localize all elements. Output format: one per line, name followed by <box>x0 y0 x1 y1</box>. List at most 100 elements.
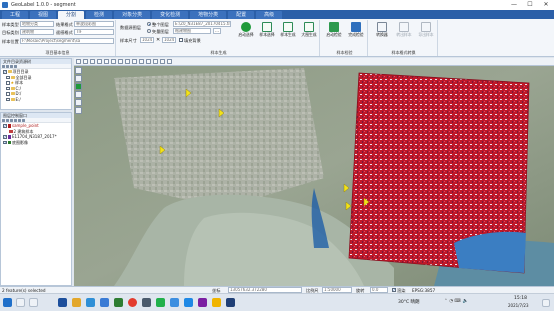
pan-icon[interactable] <box>76 59 81 64</box>
qgis-icon[interactable] <box>226 298 235 307</box>
fit-icon[interactable] <box>75 91 82 98</box>
undo-icon[interactable] <box>146 59 151 64</box>
redo-icon[interactable] <box>153 59 158 64</box>
target-category-select[interactable]: 建筑物 <box>20 29 54 35</box>
layer-filter-icon[interactable] <box>6 118 9 122</box>
result-format-select[interactable]: 单波段彩图 <box>74 21 114 27</box>
search-icon[interactable] <box>16 298 25 307</box>
maximize-button[interactable]: ☐ <box>522 0 538 10</box>
vector-layer-browse-button[interactable]: … <box>213 28 221 34</box>
full-extent-icon[interactable] <box>97 59 102 64</box>
store-icon[interactable] <box>100 298 109 307</box>
ribbon-tabs: 工程 视图 分割 检测 对象分类 变化检测 地物分类 配置 高级 <box>0 10 554 19</box>
tab-config[interactable]: 配置 <box>228 11 255 19</box>
notification-icon[interactable] <box>542 299 550 307</box>
tree-checkbox[interactable] <box>6 86 10 90</box>
notes-icon[interactable] <box>212 298 221 307</box>
data-source-select[interactable]: E:\Z0_N31E87_20170415.tif <box>173 21 231 27</box>
chrome-icon[interactable] <box>128 298 137 307</box>
tab-object-classify[interactable]: 对象分类 <box>114 11 151 19</box>
layer-collapse-icon[interactable] <box>18 118 21 122</box>
globe-icon[interactable] <box>75 67 82 74</box>
large-image-generate-button[interactable]: 大图生成 <box>298 21 320 43</box>
mail-icon[interactable] <box>86 298 95 307</box>
vector-layer-select[interactable]: 格建物图 <box>173 28 211 34</box>
file-tree-item[interactable]: E:/ <box>1 97 71 103</box>
save-icon[interactable] <box>167 59 172 64</box>
close-button[interactable]: ✕ <box>538 0 554 10</box>
layers-icon[interactable] <box>75 75 82 82</box>
file-explorer-icon[interactable] <box>72 298 81 307</box>
sample-check-group: 启动检验 完成检验 样本检验 <box>322 20 368 56</box>
vector-layer-radio[interactable] <box>147 29 151 33</box>
select-icon[interactable] <box>125 59 130 64</box>
layer-visibility-icon[interactable] <box>2 118 5 122</box>
browser-icon[interactable] <box>184 298 193 307</box>
full-layer-radio[interactable] <box>147 22 151 26</box>
filter-icon[interactable] <box>14 64 17 68</box>
zoom-in-icon[interactable] <box>83 59 88 64</box>
identify-icon[interactable] <box>132 59 137 64</box>
converter-label: 转换器 <box>376 32 388 37</box>
tree-checkbox[interactable] <box>6 75 10 79</box>
export-sample-button[interactable]: 转出样本 <box>393 21 415 43</box>
fill-background-checkbox[interactable] <box>179 38 183 42</box>
layer-checkbox[interactable] <box>3 123 7 128</box>
minimize-button[interactable]: — <box>506 0 522 10</box>
ruler-icon[interactable] <box>75 107 82 114</box>
edge-icon[interactable] <box>114 298 123 307</box>
sample-size-height-input[interactable]: 1024 <box>162 37 176 43</box>
tab-advanced[interactable]: 高级 <box>256 11 283 19</box>
tree-checkbox[interactable] <box>6 92 10 96</box>
sample-select-button[interactable]: 样本选择 <box>256 21 278 43</box>
tray-icons[interactable]: ⌃ ◔ ⌨ 🔈 <box>444 299 468 304</box>
layer-group-icon[interactable] <box>10 118 13 122</box>
terminal-icon[interactable] <box>142 298 151 307</box>
tab-view[interactable]: 视图 <box>30 11 57 19</box>
tree-checkbox[interactable] <box>6 97 10 101</box>
output-sample-button[interactable]: 导出样本 <box>415 21 437 43</box>
layer-checkbox[interactable] <box>3 140 7 145</box>
converter-button[interactable]: 转换器 <box>371 21 393 43</box>
map-canvas[interactable] <box>74 58 554 286</box>
layer-item[interactable]: 底图影像 <box>1 140 71 146</box>
complete-check-button[interactable]: 完成检验 <box>345 21 367 43</box>
zoom-out-icon[interactable] <box>90 59 95 64</box>
sample-size-width-input[interactable]: 1024 <box>140 37 154 43</box>
media-icon[interactable] <box>198 298 207 307</box>
tree-checkbox[interactable] <box>6 81 10 85</box>
tab-detect[interactable]: 检测 <box>86 11 113 19</box>
pencil-icon[interactable] <box>104 59 109 64</box>
tree-checkbox[interactable] <box>3 69 7 74</box>
tab-change-detect[interactable]: 变化检测 <box>152 11 189 19</box>
measure-icon[interactable] <box>139 59 144 64</box>
node-edit-icon[interactable] <box>118 59 123 64</box>
collapse-icon[interactable] <box>6 64 9 68</box>
task-view-icon[interactable] <box>29 298 38 307</box>
tab-project[interactable]: 工程 <box>2 11 29 19</box>
add-icon[interactable] <box>10 64 13 68</box>
start-check-button[interactable]: 启动检验 <box>323 21 345 43</box>
sample-type-select[interactable]: 地物分类 <box>20 21 54 27</box>
sample-generate-button[interactable]: 样本生成 <box>277 21 299 43</box>
complete-check-label: 完成检验 <box>348 32 364 37</box>
wechat-icon[interactable] <box>156 298 165 307</box>
qq-icon[interactable] <box>170 298 179 307</box>
start-icon[interactable] <box>3 298 12 307</box>
grid-icon[interactable] <box>75 99 82 106</box>
start-select-button[interactable]: 启动选择 <box>235 21 257 43</box>
polygon-icon[interactable] <box>111 59 116 64</box>
sample-location-input[interactable]: F:\Mosaic\Project\segment\sa <box>20 38 114 44</box>
layer-expand-icon[interactable] <box>14 118 17 122</box>
tab-segment[interactable]: 分割 <box>58 11 85 19</box>
run-icon[interactable] <box>75 83 82 90</box>
layer-checkbox[interactable] <box>3 134 7 139</box>
layer-remove-icon[interactable] <box>22 118 25 122</box>
render-checkbox[interactable] <box>392 287 396 292</box>
sample-size-label: 样本尺寸 <box>120 38 137 43</box>
tab-landcover[interactable]: 地物分类 <box>190 11 227 19</box>
geolabel-app-icon[interactable] <box>58 298 67 307</box>
delete-icon[interactable] <box>160 59 165 64</box>
refresh-icon[interactable] <box>2 64 5 68</box>
image-format-select[interactable]: TIF <box>74 29 114 35</box>
